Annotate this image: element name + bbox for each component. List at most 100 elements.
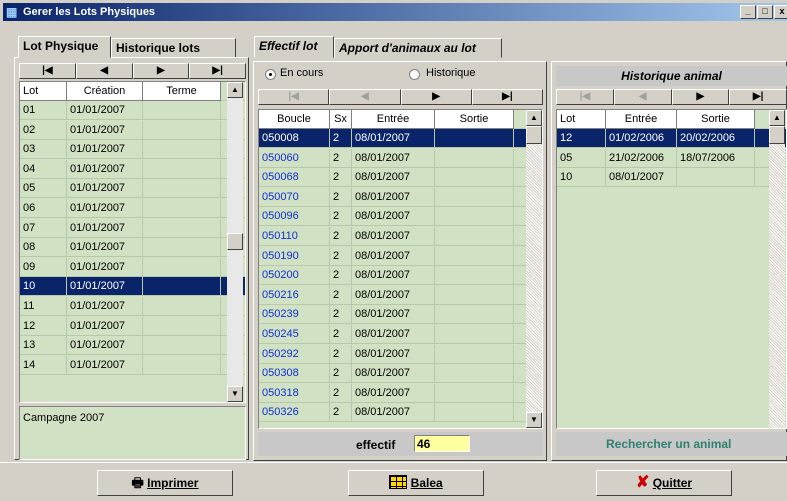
scroll-down-icon[interactable]: ▼ [526,412,542,428]
cell: 050308 [259,364,330,384]
cell: 08/01/2007 [352,168,435,188]
col-entree[interactable]: Entrée [606,110,677,129]
eff-row[interactable]: 050308 2 08/01/2007 [259,364,542,384]
rechercher-animal-button[interactable]: Rechercher un animal [556,432,787,456]
cell [143,297,221,316]
quitter-button[interactable]: ✘ Quitter [596,470,732,496]
minimize-button[interactable]: _ [740,5,756,19]
effectif-grid-scrollbar[interactable]: ▲ ▼ [526,110,542,428]
quitter-label: Quitter [652,476,693,490]
cell [143,257,221,277]
lot-row[interactable]: 10 01/01/2007 [20,277,245,297]
printer-icon: 🖶 [131,475,144,490]
col-lot[interactable]: Lot [20,82,67,101]
eff-row[interactable]: 050110 2 08/01/2007 [259,227,542,246]
hist-row[interactable]: 12 01/02/2006 20/02/2006 [557,129,786,148]
eff-row[interactable]: 050070 2 08/01/2007 [259,187,542,207]
eff-row[interactable]: 050008 2 08/01/2007 [259,129,542,148]
cell: 01/01/2007 [67,336,143,356]
imprimer-button[interactable]: 🖶 Imprimer [97,470,233,496]
maximize-button[interactable]: □ [757,5,773,19]
col-terme[interactable]: Terme [143,82,221,101]
next-record-button[interactable]: ▶ [671,89,730,105]
effectif-grid[interactable]: Boucle Sx Entrée Sortie 050008 2 08/01/200… [258,109,543,429]
cell [435,207,514,227]
hist-row[interactable]: 05 21/02/2006 18/07/2006 [557,148,786,168]
eff-row[interactable]: 050200 2 08/01/2007 [259,266,542,286]
first-record-button[interactable]: |◀ [258,89,330,105]
last-record-button[interactable]: ▶| [729,89,787,105]
scroll-up-icon[interactable]: ▲ [227,82,243,98]
lot-row[interactable]: 02 01/01/2007 [20,120,245,140]
close-button[interactable]: x [774,5,787,19]
cell: 08 [20,238,67,258]
lot-row[interactable]: 05 01/01/2007 [20,179,245,199]
first-record-button[interactable]: |◀ [556,89,614,105]
eff-row[interactable]: 050068 2 08/01/2007 [259,168,542,188]
lot-row[interactable]: 03 01/01/2007 [20,140,245,160]
scroll-up-icon[interactable]: ▲ [526,110,542,126]
col-lot[interactable]: Lot [557,110,606,129]
hist-row[interactable]: 10 08/01/2007 [557,168,786,188]
scroll-thumb[interactable] [526,126,542,144]
scroll-down-icon[interactable]: ▼ [227,386,243,402]
lot-row[interactable]: 01 01/01/2007 [20,101,245,120]
cell [143,101,221,120]
radio-historique[interactable] [409,69,420,80]
historique-grid[interactable]: Lot Entrée Sortie 12 01/02/2006 20/02/2006… [556,109,787,429]
lot-row[interactable]: 14 01/01/2007 [20,355,245,375]
col-creation[interactable]: Création [67,82,143,101]
next-record-button[interactable]: ▶ [132,63,190,79]
col-sortie[interactable]: Sortie [677,110,755,129]
lot-grid-scrollbar[interactable]: ▲ ▼ [227,82,243,402]
prev-record-button[interactable]: ◀ [329,89,401,105]
cell [143,199,221,218]
scroll-up-icon[interactable]: ▲ [769,110,785,126]
lot-row[interactable]: 07 01/01/2007 [20,218,245,238]
lot-row[interactable]: 04 01/01/2007 [20,159,245,179]
eff-row[interactable]: 050216 2 08/01/2007 [259,285,542,305]
lot-row[interactable]: 12 01/01/2007 [20,316,245,336]
lot-grid[interactable]: Lot Création Terme 01 01/01/2007 02 01/01/2… [19,81,246,403]
lot-row[interactable]: 09 01/01/2007 [20,257,245,277]
col-sortie[interactable]: Sortie [435,110,514,129]
prev-record-button[interactable]: ◀ [613,89,672,105]
cell: 08/01/2007 [352,325,435,344]
eff-row[interactable]: 050292 2 08/01/2007 [259,344,542,364]
eff-row[interactable]: 050060 2 08/01/2007 [259,148,542,168]
col-boucle[interactable]: Boucle [259,110,330,129]
last-record-button[interactable]: ▶| [189,63,246,79]
historique-grid-scrollbar[interactable]: ▲ [769,110,785,428]
lot-row[interactable]: 08 01/01/2007 [20,238,245,258]
eff-row[interactable]: 050326 2 08/01/2007 [259,403,542,423]
eff-row[interactable]: 050190 2 08/01/2007 [259,246,542,266]
cell [435,187,514,207]
cell [435,403,514,423]
tab-effectif-lot[interactable]: Effectif lot [254,36,334,58]
last-record-button[interactable]: ▶| [471,89,543,105]
scroll-thumb[interactable] [227,233,243,250]
radio-en-cours[interactable] [265,69,276,80]
balea-button[interactable]: Balea [348,470,484,496]
lot-row[interactable]: 11 01/01/2007 [20,297,245,316]
lot-row[interactable]: 06 01/01/2007 [20,199,245,218]
eff-row[interactable]: 050239 2 08/01/2007 [259,305,542,325]
eff-row[interactable]: 050245 2 08/01/2007 [259,325,542,344]
col-entree[interactable]: Entrée [352,110,435,129]
cell: 05 [20,179,67,199]
tab-lot-physique[interactable]: Lot Physique [18,36,111,58]
first-record-button[interactable]: |◀ [19,63,76,79]
tab-historique-lots[interactable]: Historique lots [111,38,236,58]
prev-record-button[interactable]: ◀ [75,63,133,79]
cell: 01/01/2007 [67,277,143,297]
next-record-button[interactable]: ▶ [400,89,472,105]
col-sx[interactable]: Sx [330,110,352,129]
scroll-thumb[interactable] [769,126,785,144]
lot-row[interactable]: 13 01/01/2007 [20,336,245,356]
cell: 2 [330,325,352,344]
app-icon: ▦ [6,5,18,19]
eff-row[interactable]: 050318 2 08/01/2007 [259,383,542,403]
cell: 12 [20,316,67,336]
eff-row[interactable]: 050096 2 08/01/2007 [259,207,542,227]
tab-apport-animaux[interactable]: Apport d'animaux au lot [334,38,502,58]
